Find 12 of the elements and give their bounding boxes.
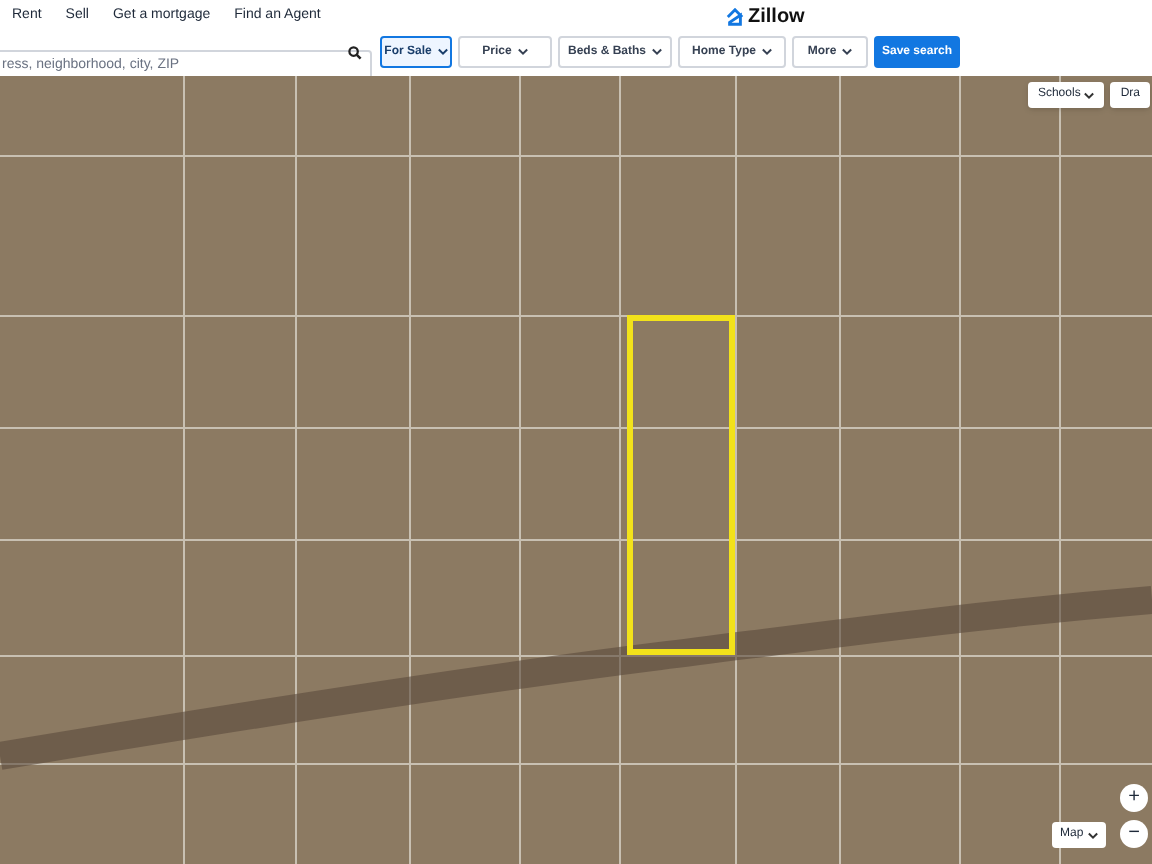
zoom-in-button[interactable]: + — [1120, 784, 1148, 812]
chevron-down-icon — [517, 48, 528, 56]
zillow-logo[interactable]: Zillow — [748, 2, 805, 32]
search-icon[interactable] — [348, 45, 362, 59]
house-logo-icon — [726, 8, 744, 26]
zoom-out-button[interactable]: − — [1120, 820, 1148, 848]
chevron-down-icon — [1084, 91, 1095, 99]
chevron-down-icon — [842, 48, 853, 56]
chevron-down-icon — [652, 48, 662, 56]
chevron-down-icon — [761, 48, 772, 56]
chevron-down-icon — [437, 48, 448, 56]
chevron-down-icon — [1087, 831, 1098, 839]
